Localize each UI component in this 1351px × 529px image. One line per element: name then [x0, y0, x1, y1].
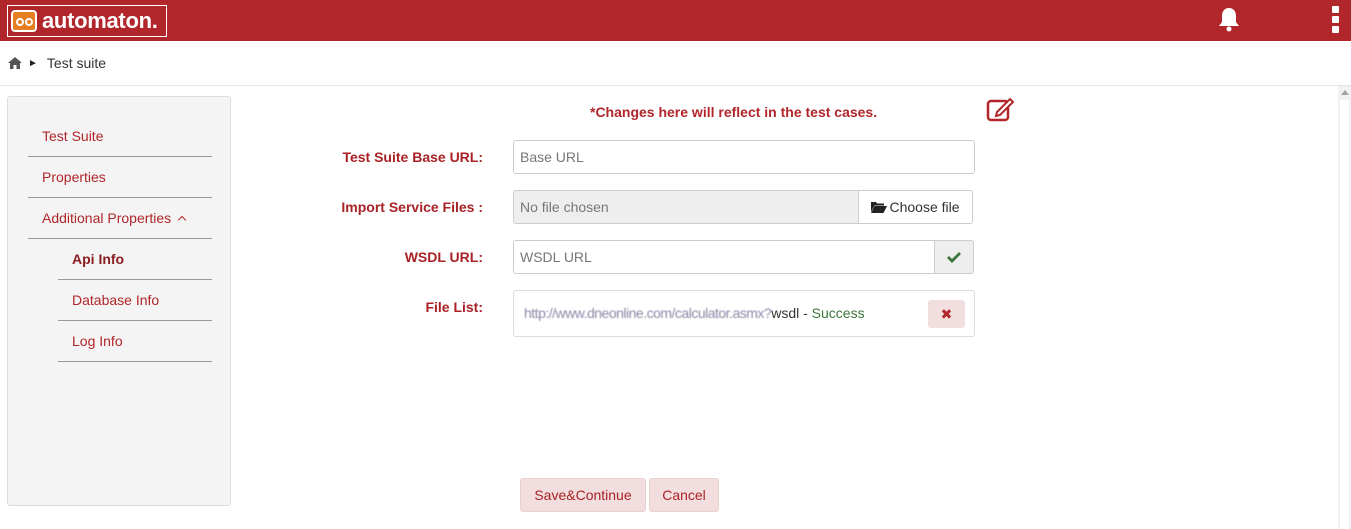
scroll-up-arrow-icon[interactable] [1341, 90, 1349, 95]
choose-file-button[interactable]: Choose file [858, 190, 973, 224]
breadcrumb-arrow-icon: ► [28, 57, 38, 69]
folder-open-icon [871, 202, 888, 213]
remove-file-button[interactable]: ✖ [928, 300, 965, 328]
breadcrumb-current: Test suite [46, 55, 107, 71]
sidebar-item-properties[interactable]: Properties [28, 157, 212, 198]
wsdl-url-label: WSDL URL: [404, 249, 483, 265]
breadcrumb: ► Test suite [0, 41, 1351, 86]
chevron-up-icon [177, 215, 187, 225]
sidebar-item-test-suite[interactable]: Test Suite [28, 116, 212, 157]
changes-notice: *Changes here will reflect in the test c… [590, 104, 878, 120]
sidebar-subitem-database-info[interactable]: Database Info [58, 280, 212, 321]
file-url-obscured: http://www.dneonline.com/calculator.asmx… [524, 305, 772, 321]
checkmark-icon [947, 252, 961, 263]
import-files-label: Import Service Files : [341, 199, 483, 215]
kebab-menu-icon[interactable] [1330, 6, 1340, 36]
bell-icon[interactable] [1217, 6, 1241, 32]
wsdl-url-input[interactable] [513, 240, 935, 274]
validate-wsdl-button[interactable] [934, 240, 974, 274]
file-list: http://www.dneonline.com/calculator.asmx… [513, 290, 975, 337]
file-list-label: File List: [425, 299, 483, 315]
logo-icon [11, 10, 37, 32]
edit-icon[interactable] [986, 96, 1016, 122]
save-continue-button[interactable]: Save&Continue [520, 478, 646, 512]
base-url-input[interactable] [513, 140, 975, 174]
scrollbar[interactable] [1338, 86, 1351, 529]
top-navbar: automaton. [0, 0, 1351, 41]
home-icon[interactable] [8, 57, 22, 69]
app-logo[interactable]: automaton. [7, 5, 167, 37]
file-list-item: http://www.dneonline.com/calculator.asmx… [524, 305, 865, 321]
base-url-label: Test Suite Base URL: [342, 149, 483, 165]
file-chosen-display: No file chosen [513, 190, 859, 224]
sidebar-subitem-api-info[interactable]: Api Info [58, 239, 212, 280]
file-url-suffix: wsdl [771, 305, 800, 321]
scrollbar-thumb[interactable] [1340, 100, 1349, 529]
sidebar-item-additional-properties[interactable]: Additional Properties [28, 198, 212, 239]
sidebar-subitem-log-info[interactable]: Log Info [58, 321, 212, 362]
file-status: Success [811, 305, 865, 321]
cancel-button[interactable]: Cancel [649, 478, 719, 512]
close-icon: ✖ [940, 305, 953, 322]
logo-text: automaton. [42, 8, 158, 33]
sidebar: Test Suite Properties Additional Propert… [7, 96, 231, 506]
